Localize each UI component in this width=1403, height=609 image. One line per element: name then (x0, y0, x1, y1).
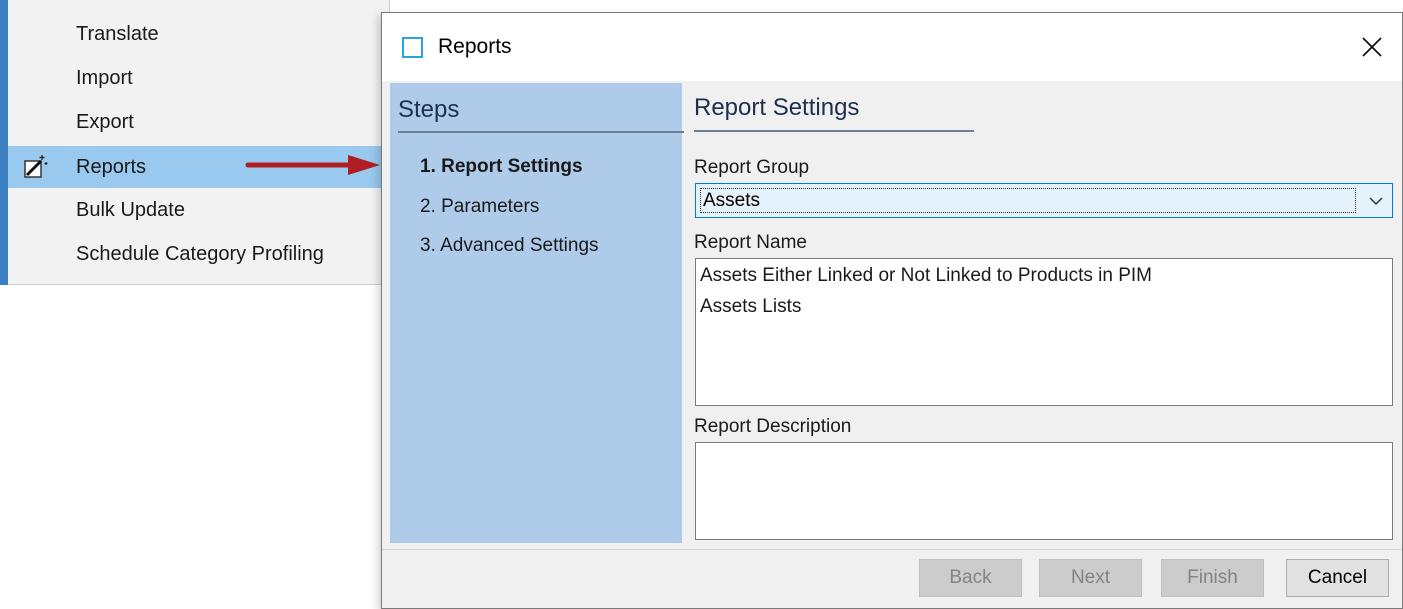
list-item[interactable]: Assets Either Linked or Not Linked to Pr… (700, 263, 1152, 289)
window-icon (402, 37, 423, 58)
menu-item-label: Translate (76, 23, 159, 45)
finish-button[interactable]: Finish (1161, 559, 1264, 597)
report-name-list[interactable]: Assets Either Linked or Not Linked to Pr… (695, 258, 1393, 406)
red-arrow-icon (245, 155, 380, 175)
report-group-label: Report Group (694, 157, 810, 178)
footer-divider (382, 549, 1402, 550)
steps-header: Steps (398, 96, 460, 123)
dialog-titlebar: Reports (382, 13, 1402, 81)
report-group-value: Assets (700, 188, 1356, 213)
next-button[interactable]: Next (1039, 559, 1142, 597)
menu-item-label: Schedule Category Profiling (76, 243, 324, 265)
menu-left-edge (0, 0, 8, 285)
menu-item-bulk-update[interactable]: Bulk Update (8, 189, 390, 231)
dialog-title: Reports (438, 35, 512, 58)
reports-dialog: Reports Steps 1. Report Settings 2. Para… (381, 12, 1403, 609)
back-button[interactable]: Back (919, 559, 1022, 597)
close-button[interactable] (1352, 27, 1392, 67)
step-advanced-settings[interactable]: 3. Advanced Settings (420, 233, 599, 259)
menu-item-schedule-category-profiling[interactable]: Schedule Category Profiling (8, 233, 390, 275)
step-report-settings[interactable]: 1. Report Settings (420, 154, 583, 180)
close-icon (1362, 37, 1382, 57)
cancel-button[interactable]: Cancel (1286, 559, 1389, 597)
menu-item-label: Import (76, 67, 133, 89)
steps-panel: Steps 1. Report Settings 2. Parameters 3… (390, 83, 684, 543)
report-group-dropdown[interactable]: Assets (695, 183, 1393, 218)
report-name-label: Report Name (694, 232, 807, 253)
report-description-field[interactable] (695, 442, 1393, 540)
chevron-down-icon[interactable] (1366, 192, 1386, 210)
step-parameters[interactable]: 2. Parameters (420, 194, 539, 220)
content-header: Report Settings (694, 94, 860, 121)
report-description-label: Report Description (694, 416, 852, 437)
context-menu: Translate Import Export Reports Bulk Upd… (0, 0, 390, 285)
menu-item-import[interactable]: Import (8, 57, 390, 99)
steps-divider (398, 131, 684, 133)
menu-item-label: Export (76, 111, 134, 133)
menu-item-label: Bulk Update (76, 199, 185, 221)
menu-item-translate[interactable]: Translate (8, 13, 390, 55)
content-divider (694, 130, 974, 132)
menu-item-export[interactable]: Export (8, 101, 390, 143)
menu-item-label: Reports (76, 156, 147, 178)
magic-wand-icon (24, 155, 48, 178)
list-item[interactable]: Assets Lists (700, 294, 801, 320)
